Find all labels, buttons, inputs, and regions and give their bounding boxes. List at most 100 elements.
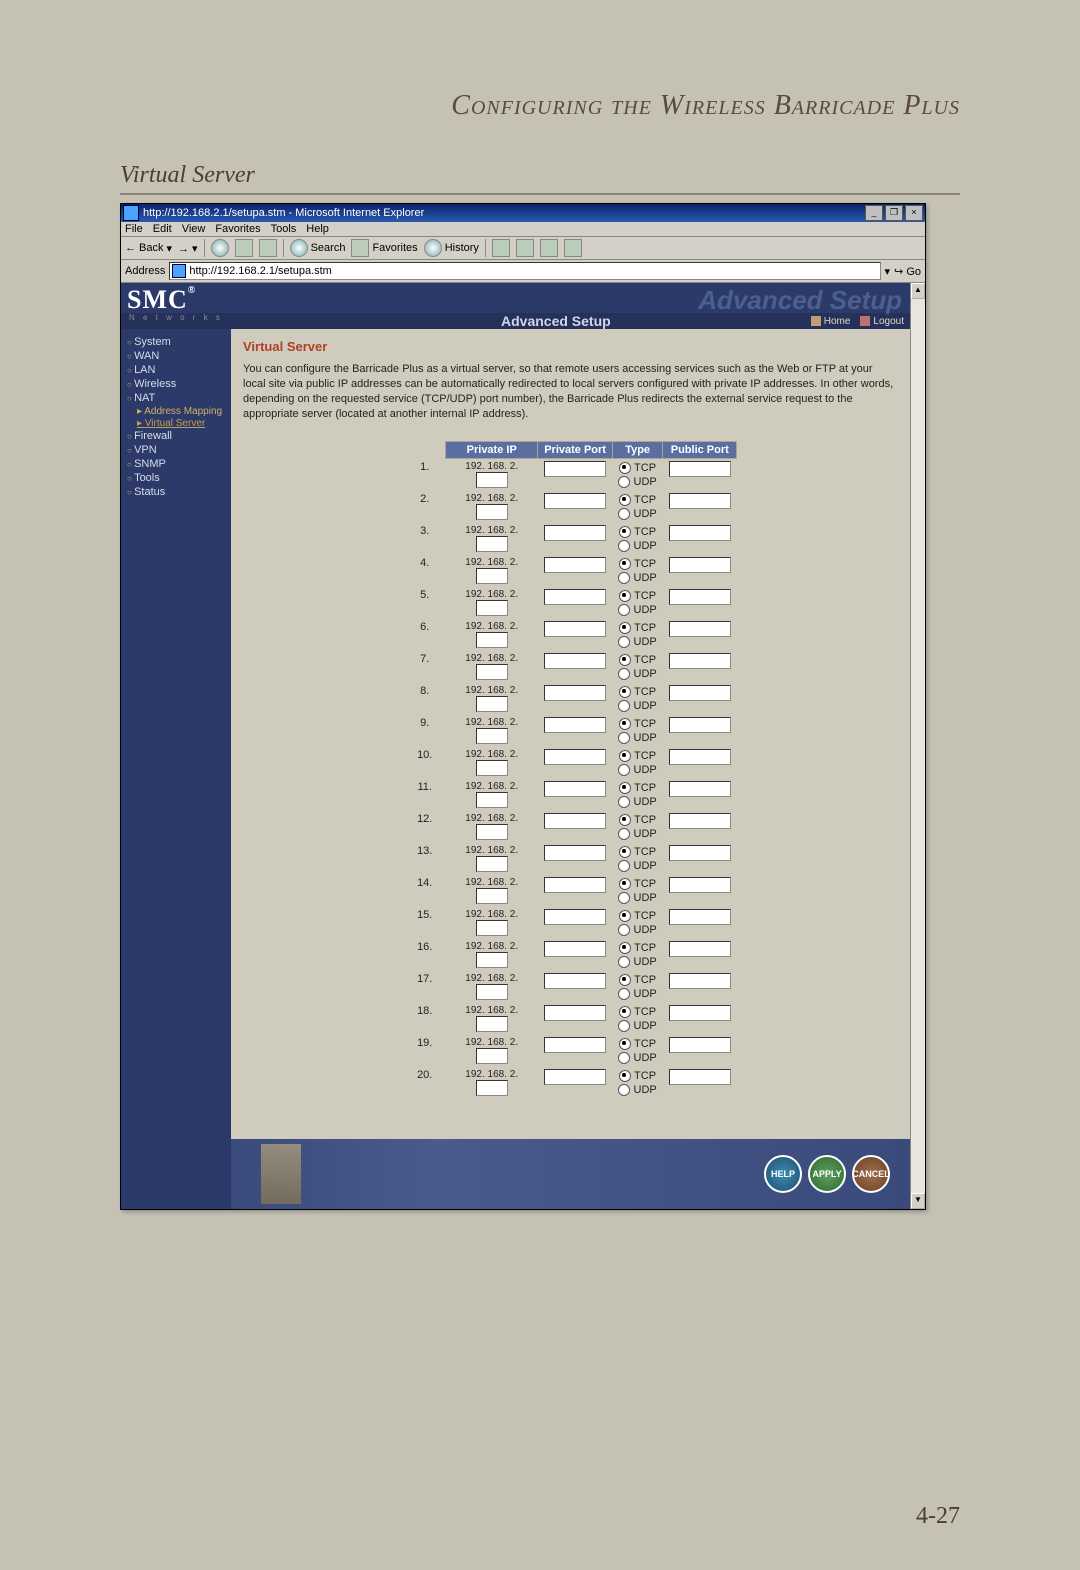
address-dropdown[interactable]: ▾ xyxy=(885,265,891,278)
udp-radio[interactable] xyxy=(618,956,630,968)
cancel-button[interactable]: CANCEL xyxy=(852,1155,890,1193)
udp-radio[interactable] xyxy=(618,604,630,616)
private-ip-input[interactable] xyxy=(476,1080,508,1096)
udp-radio[interactable] xyxy=(618,540,630,552)
tcp-radio[interactable] xyxy=(619,590,631,602)
udp-radio[interactable] xyxy=(618,764,630,776)
private-ip-input[interactable] xyxy=(476,888,508,904)
minimize-button[interactable]: _ xyxy=(865,205,883,221)
tcp-radio[interactable] xyxy=(619,686,631,698)
private-ip-input[interactable] xyxy=(476,664,508,680)
public-port-input[interactable] xyxy=(669,589,731,605)
private-port-input[interactable] xyxy=(544,717,606,733)
private-ip-input[interactable] xyxy=(476,600,508,616)
public-port-input[interactable] xyxy=(669,557,731,573)
private-ip-input[interactable] xyxy=(476,504,508,520)
help-button[interactable]: HELP xyxy=(764,1155,802,1193)
public-port-input[interactable] xyxy=(669,877,731,893)
private-port-input[interactable] xyxy=(544,653,606,669)
private-ip-input[interactable] xyxy=(476,1048,508,1064)
menu-favorites[interactable]: Favorites xyxy=(215,223,260,235)
go-button[interactable]: ↪ Go xyxy=(894,265,921,278)
tcp-radio[interactable] xyxy=(619,910,631,922)
tcp-radio[interactable] xyxy=(619,750,631,762)
history-button[interactable]: History xyxy=(424,239,479,257)
private-port-input[interactable] xyxy=(544,845,606,861)
udp-radio[interactable] xyxy=(618,860,630,872)
private-port-input[interactable] xyxy=(544,749,606,765)
home-icon[interactable] xyxy=(259,239,277,257)
private-ip-input[interactable] xyxy=(476,728,508,744)
udp-radio[interactable] xyxy=(618,828,630,840)
private-port-input[interactable] xyxy=(544,557,606,573)
tcp-radio[interactable] xyxy=(619,814,631,826)
public-port-input[interactable] xyxy=(669,717,731,733)
private-port-input[interactable] xyxy=(544,909,606,925)
tcp-radio[interactable] xyxy=(619,558,631,570)
sidebar-sub-virtual-server[interactable]: ▸ Virtual Server xyxy=(121,417,211,430)
sidebar-item-lan[interactable]: LAN xyxy=(121,363,231,377)
private-port-input[interactable] xyxy=(544,525,606,541)
public-port-input[interactable] xyxy=(669,1037,731,1053)
private-ip-input[interactable] xyxy=(476,1016,508,1032)
logout-link[interactable]: Logout xyxy=(860,316,904,327)
apply-button[interactable]: APPLY xyxy=(808,1155,846,1193)
tcp-radio[interactable] xyxy=(619,718,631,730)
menu-tools[interactable]: Tools xyxy=(271,223,297,235)
stop-icon[interactable] xyxy=(211,239,229,257)
udp-radio[interactable] xyxy=(618,668,630,680)
edit-icon[interactable] xyxy=(540,239,558,257)
udp-radio[interactable] xyxy=(618,572,630,584)
private-port-input[interactable] xyxy=(544,1069,606,1085)
sidebar-item-snmp[interactable]: SNMP xyxy=(121,457,231,471)
sidebar-item-wireless[interactable]: Wireless xyxy=(121,377,231,391)
private-port-input[interactable] xyxy=(544,973,606,989)
public-port-input[interactable] xyxy=(669,941,731,957)
public-port-input[interactable] xyxy=(669,621,731,637)
public-port-input[interactable] xyxy=(669,781,731,797)
discuss-icon[interactable] xyxy=(564,239,582,257)
tcp-radio[interactable] xyxy=(619,878,631,890)
private-port-input[interactable] xyxy=(544,941,606,957)
public-port-input[interactable] xyxy=(669,461,731,477)
sidebar-item-vpn[interactable]: VPN xyxy=(121,443,231,457)
refresh-icon[interactable] xyxy=(235,239,253,257)
public-port-input[interactable] xyxy=(669,973,731,989)
private-port-input[interactable] xyxy=(544,1037,606,1053)
sidebar-item-nat[interactable]: NAT xyxy=(121,391,231,405)
udp-radio[interactable] xyxy=(618,988,630,1000)
udp-radio[interactable] xyxy=(618,700,630,712)
menu-edit[interactable]: Edit xyxy=(153,223,172,235)
address-input[interactable]: http://192.168.2.1/setupa.stm xyxy=(169,262,880,280)
private-port-input[interactable] xyxy=(544,813,606,829)
mail-icon[interactable] xyxy=(492,239,510,257)
private-ip-input[interactable] xyxy=(476,792,508,808)
tcp-radio[interactable] xyxy=(619,942,631,954)
tcp-radio[interactable] xyxy=(619,654,631,666)
udp-radio[interactable] xyxy=(618,924,630,936)
private-port-input[interactable] xyxy=(544,1005,606,1021)
tcp-radio[interactable] xyxy=(619,1006,631,1018)
private-port-input[interactable] xyxy=(544,781,606,797)
sidebar-item-system[interactable]: System xyxy=(121,335,231,349)
private-ip-input[interactable] xyxy=(476,984,508,1000)
back-button[interactable]: ← Back ▾ xyxy=(125,242,172,255)
private-port-input[interactable] xyxy=(544,621,606,637)
udp-radio[interactable] xyxy=(618,508,630,520)
scroll-down-button[interactable]: ▼ xyxy=(911,1193,925,1209)
tcp-radio[interactable] xyxy=(619,782,631,794)
udp-radio[interactable] xyxy=(618,1020,630,1032)
private-ip-input[interactable] xyxy=(476,632,508,648)
private-port-input[interactable] xyxy=(544,461,606,477)
public-port-input[interactable] xyxy=(669,845,731,861)
print-icon[interactable] xyxy=(516,239,534,257)
tcp-radio[interactable] xyxy=(619,494,631,506)
forward-button[interactable]: → ▾ xyxy=(178,242,198,255)
private-ip-input[interactable] xyxy=(476,824,508,840)
udp-radio[interactable] xyxy=(618,1052,630,1064)
tcp-radio[interactable] xyxy=(619,462,631,474)
home-link[interactable]: Home xyxy=(811,316,851,327)
udp-radio[interactable] xyxy=(618,892,630,904)
udp-radio[interactable] xyxy=(618,1084,630,1096)
private-ip-input[interactable] xyxy=(476,760,508,776)
